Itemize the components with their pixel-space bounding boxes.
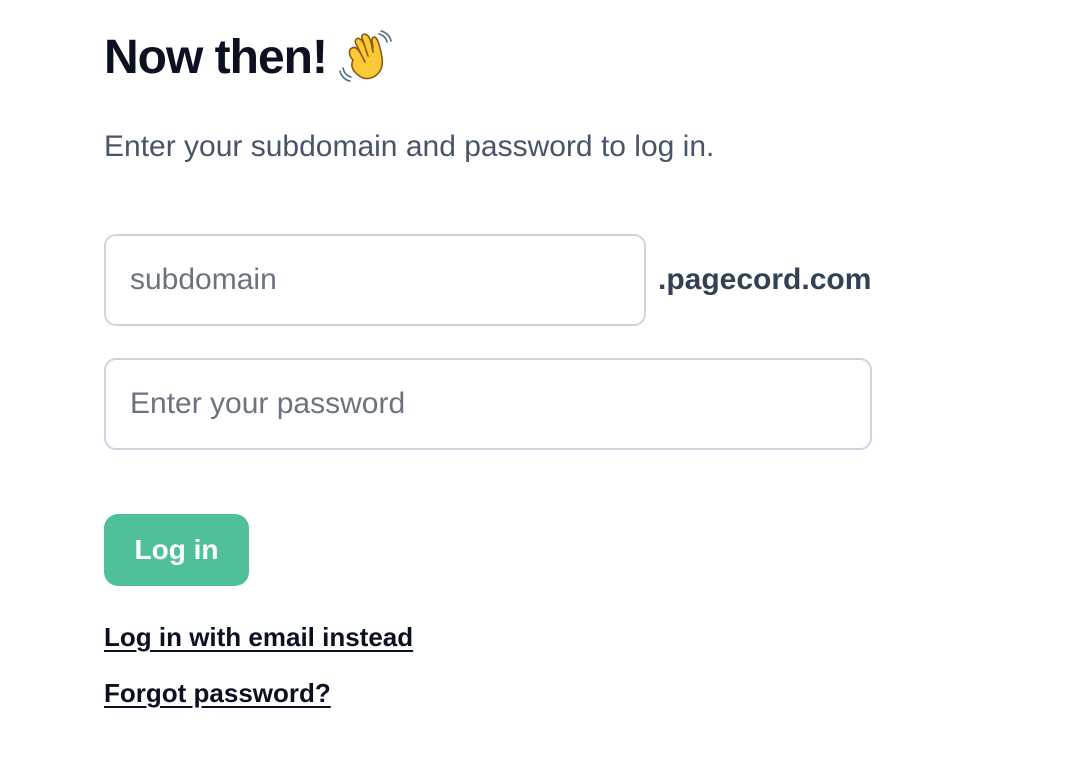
login-instructions: Enter your subdomain and password to log… [104, 130, 715, 163]
page-title: Now then! [104, 30, 395, 86]
login-button[interactable]: Log in [104, 514, 249, 586]
forgot-password-link[interactable]: Forgot password? [104, 678, 331, 708]
domain-suffix: .pagecord.com [658, 263, 872, 296]
page-title-text: Now then! [104, 31, 328, 84]
email-login-link[interactable]: Log in with email instead [104, 622, 413, 652]
login-page: Now then! Enter your subdomain and passw… [0, 0, 1068, 762]
waving-hand-icon [339, 30, 395, 86]
password-input[interactable] [104, 358, 872, 450]
subdomain-input[interactable] [104, 234, 646, 326]
